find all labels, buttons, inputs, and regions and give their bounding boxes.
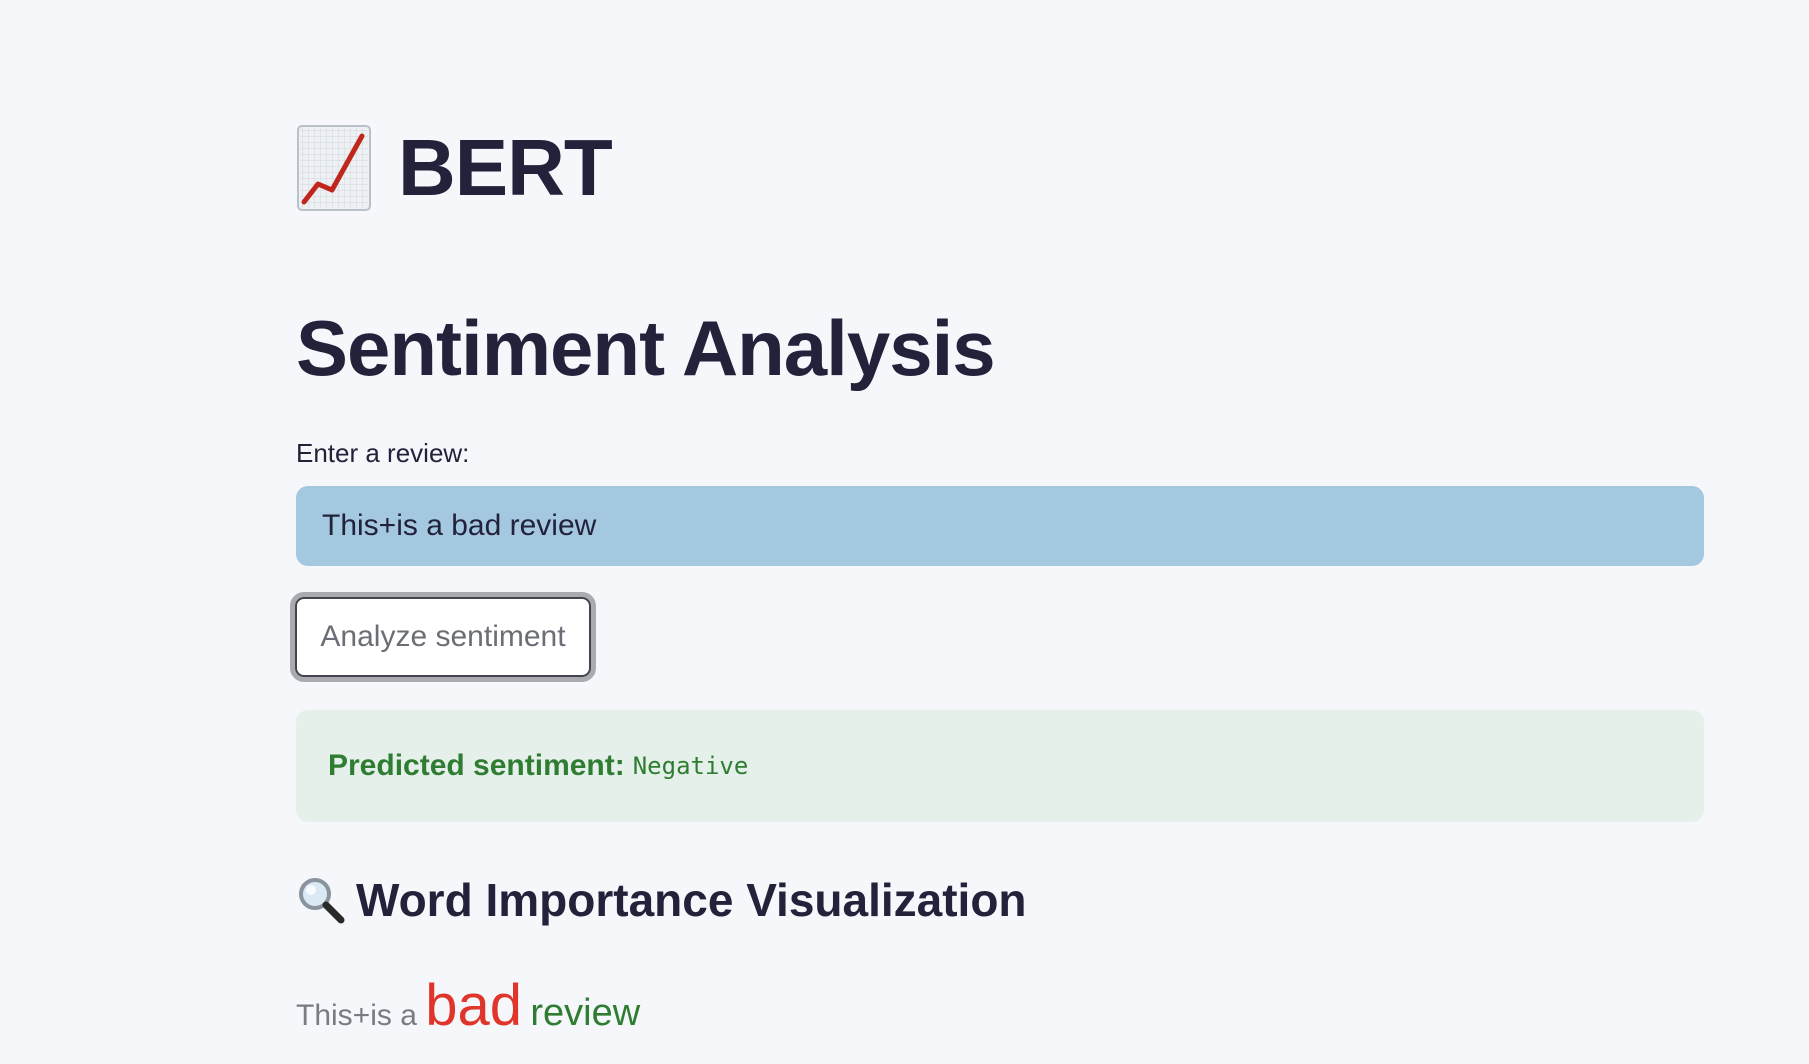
word-separator xyxy=(522,999,530,1033)
word-token: bad xyxy=(425,973,523,1038)
chart-increasing-icon xyxy=(296,124,372,212)
word-token: review xyxy=(530,992,641,1034)
result-label: Predicted sentiment: xyxy=(328,749,625,782)
result-alert: Predicted sentiment: Negative xyxy=(296,710,1704,822)
word-token: This+is xyxy=(296,999,392,1032)
word-importance-visualization: This+is a bad review xyxy=(296,972,640,1039)
app-title-text: BERT xyxy=(398,123,613,212)
magnifying-glass-icon xyxy=(296,875,346,925)
app-title: BERT xyxy=(296,118,613,218)
review-input-label: Enter a review: xyxy=(296,438,470,468)
analyze-sentiment-button[interactable]: Analyze sentiment xyxy=(290,592,596,682)
word-separator xyxy=(417,999,425,1033)
review-input[interactable] xyxy=(296,486,1704,566)
analyze-sentiment-label: Analyze sentiment xyxy=(295,597,591,677)
word-importance-heading-text: Word Importance Visualization xyxy=(356,874,1027,926)
word-token: a xyxy=(400,999,417,1032)
result-value: Negative xyxy=(632,752,749,780)
page-title: Sentiment Analysis xyxy=(296,304,996,392)
word-separator xyxy=(392,999,400,1033)
word-importance-heading: Word Importance Visualization xyxy=(296,868,1027,932)
